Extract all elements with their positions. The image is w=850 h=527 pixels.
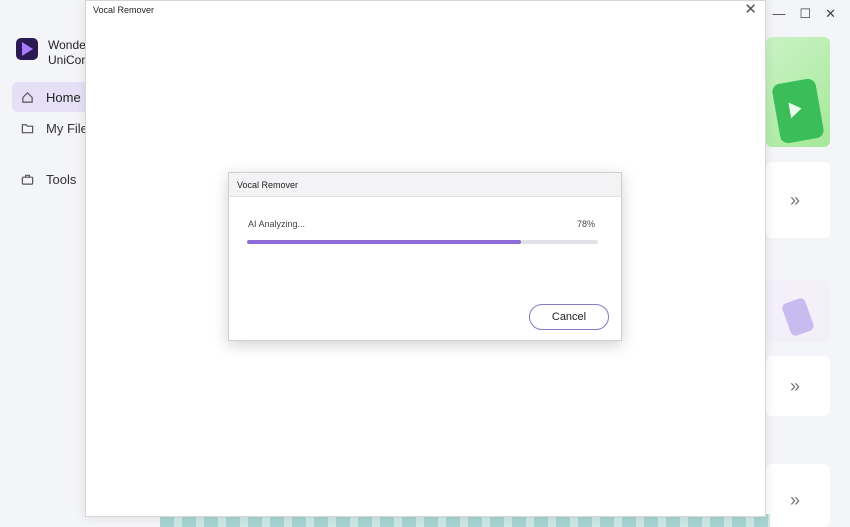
window-titlebar: Vocal Remover ✕ — [86, 1, 765, 19]
sidebar-item-label: Tools — [46, 171, 77, 187]
progress-dialog: Vocal Remover AI Analyzing... 78% Cancel — [228, 172, 622, 341]
pen-illustration-icon — [780, 296, 816, 338]
toolbox-icon — [20, 172, 34, 186]
chevron-right-icon: » — [790, 376, 801, 396]
cancel-button[interactable]: Cancel — [529, 304, 609, 330]
progress-bar — [247, 240, 598, 244]
folder-icon — [20, 121, 34, 135]
feature-card[interactable]: » — [766, 464, 830, 527]
status-text: AI Analyzing... — [248, 219, 306, 229]
progress-fill — [247, 240, 521, 244]
feature-card-image[interactable] — [766, 280, 830, 342]
green-illustration-icon — [771, 77, 825, 145]
close-icon[interactable]: ✕ — [825, 6, 836, 22]
progress-percent: 78% — [576, 219, 595, 229]
sidebar-item-label: Home — [46, 89, 81, 105]
feature-card[interactable]: » — [766, 162, 830, 238]
feature-card[interactable]: » — [766, 356, 830, 416]
chevron-right-icon: » — [790, 190, 801, 210]
window-title: Vocal Remover — [93, 5, 155, 15]
brand-line-2: UniCon — [48, 53, 89, 67]
brand-area: Wonder UniCon — [16, 38, 90, 68]
close-icon[interactable]: ✕ — [744, 2, 757, 18]
brand-name: Wonder UniCon — [48, 38, 90, 68]
feature-card-image[interactable] — [766, 37, 830, 147]
home-icon — [20, 90, 34, 104]
maximize-icon[interactable]: ☐ — [799, 6, 811, 22]
sidebar-item-label: My File — [46, 120, 88, 136]
dialog-header: Vocal Remover — [229, 173, 621, 197]
app-logo-icon — [16, 38, 38, 60]
brand-line-1: Wonder — [48, 38, 90, 52]
window-controls: — ☐ ✕ — [772, 6, 836, 22]
dialog-title: Vocal Remover — [237, 180, 299, 190]
minimize-icon[interactable]: — — [772, 6, 785, 22]
chevron-right-icon: » — [790, 490, 801, 510]
